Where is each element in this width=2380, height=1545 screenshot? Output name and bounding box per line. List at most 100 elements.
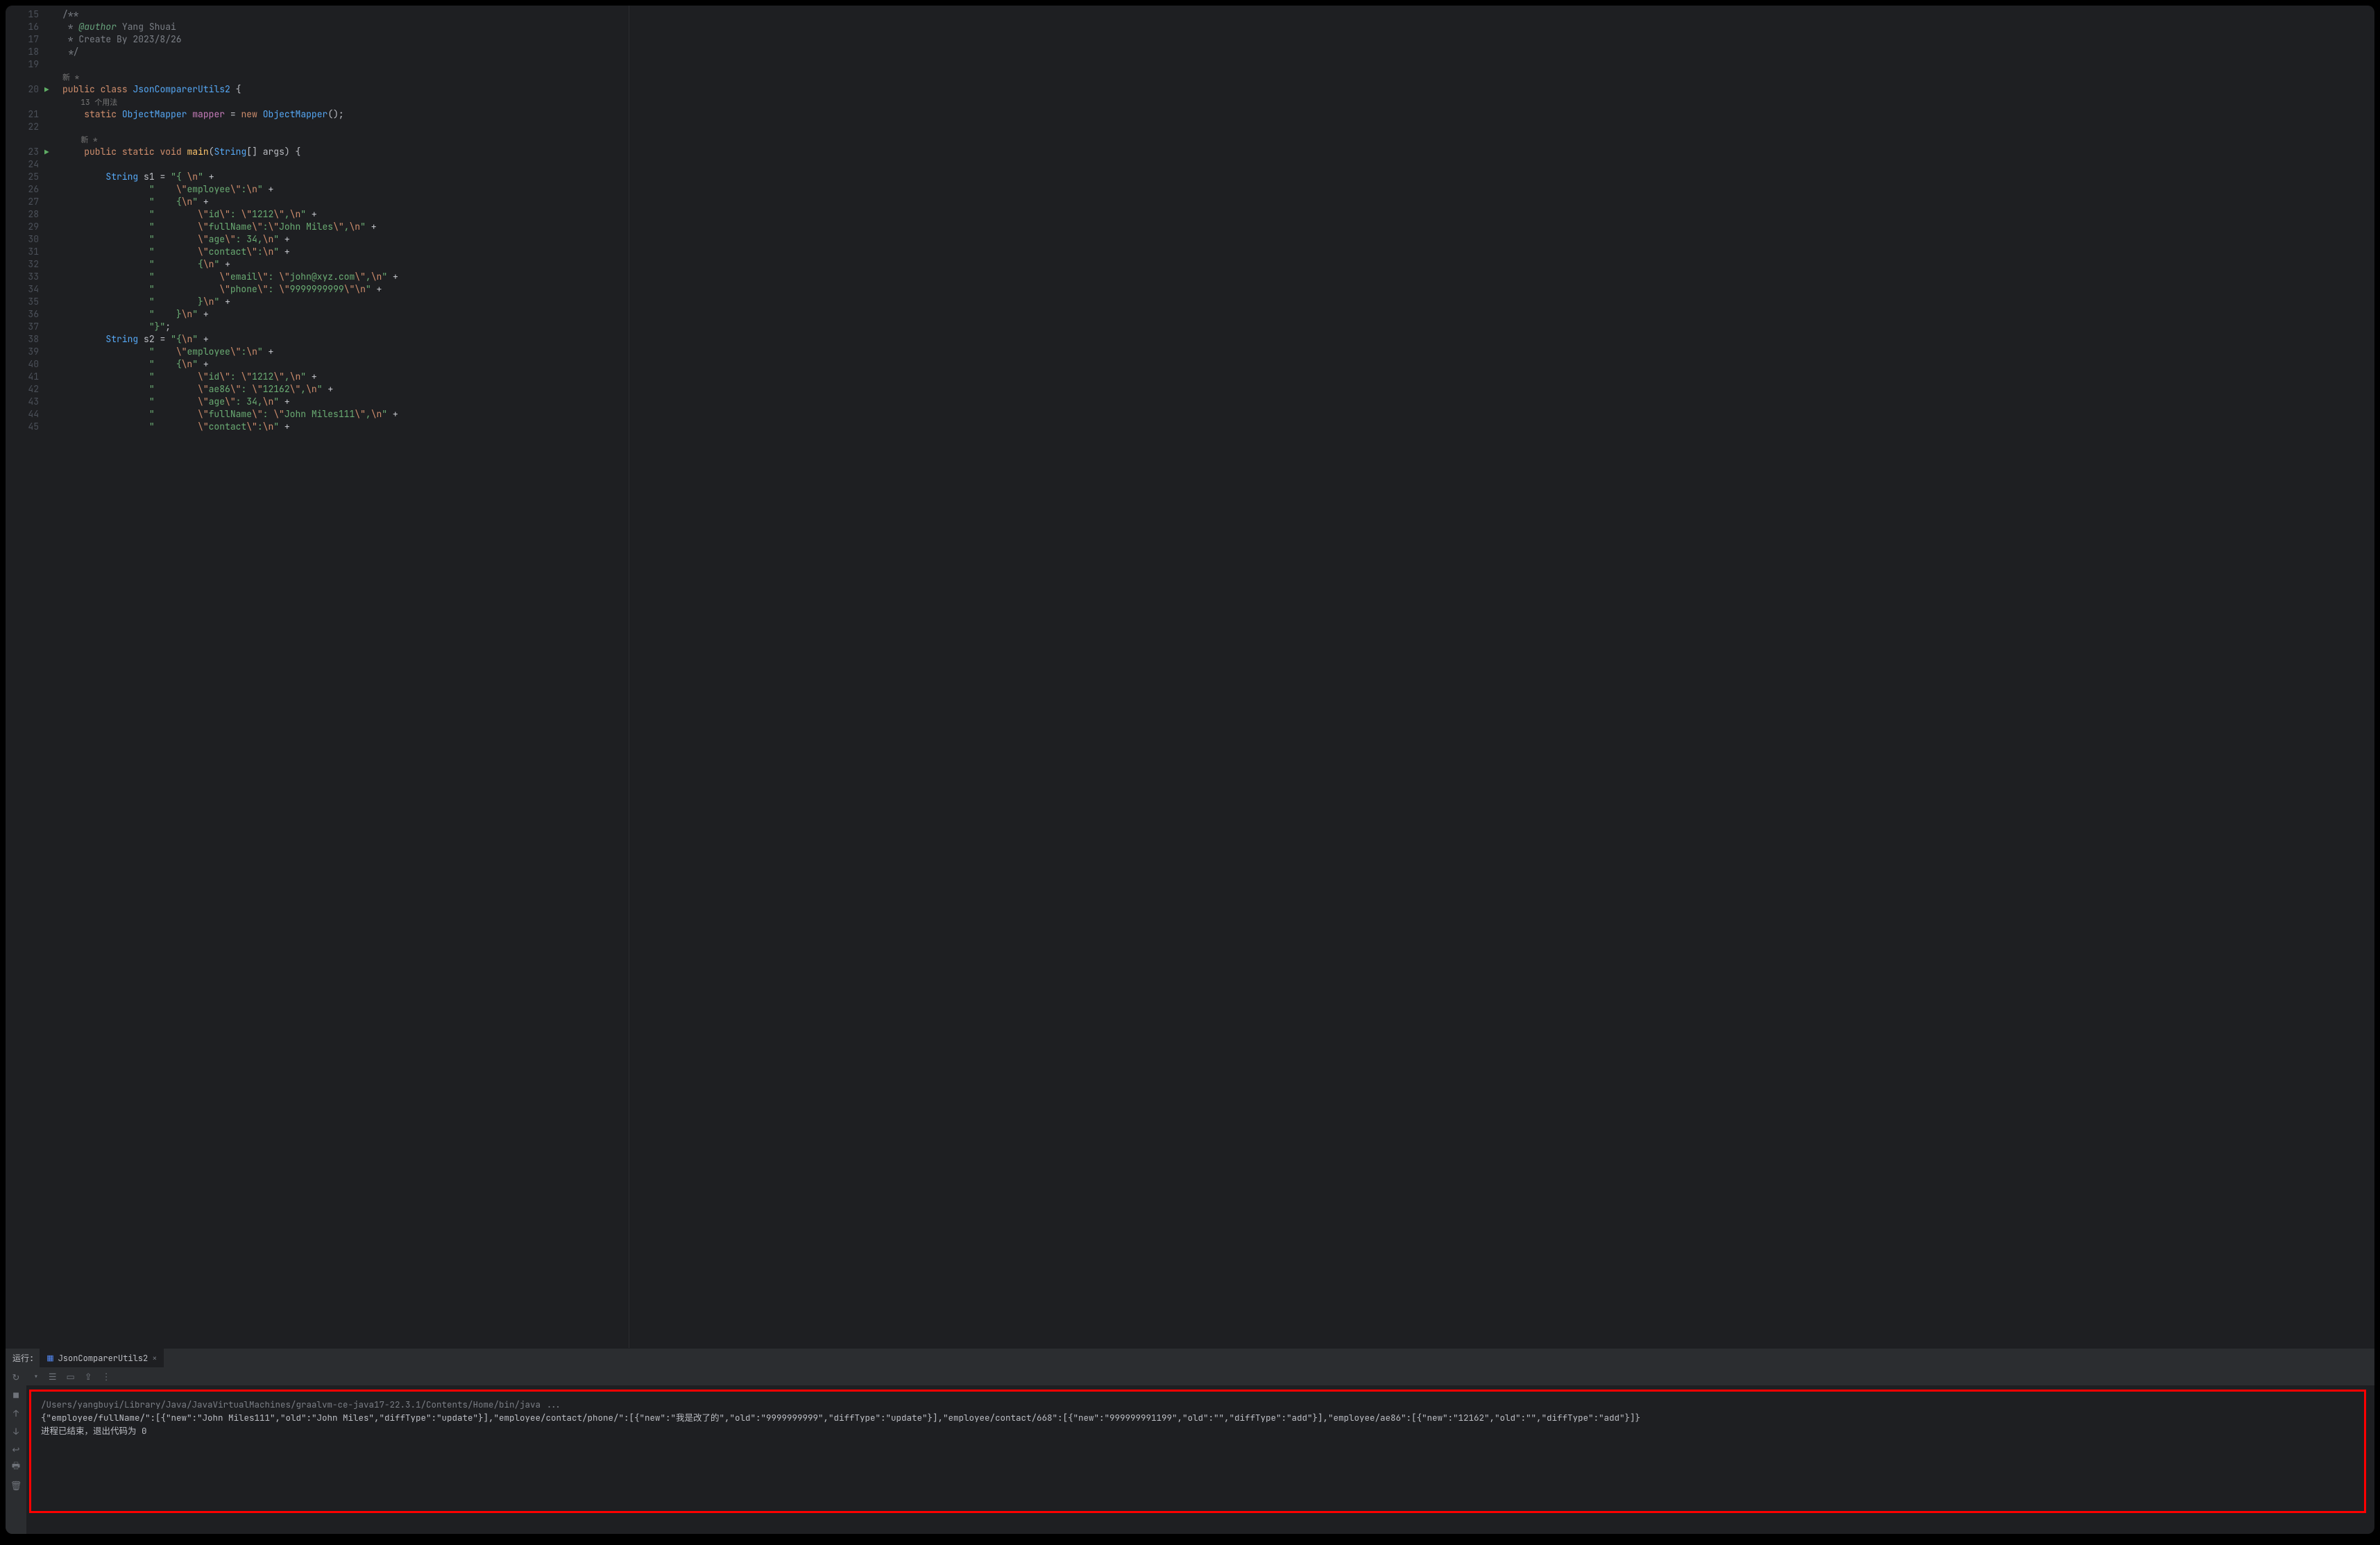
run-gutter-slot[interactable] xyxy=(43,133,57,146)
line-number[interactable]: 22 xyxy=(6,121,39,133)
code-line[interactable]: 新 * xyxy=(62,71,2365,83)
code-line[interactable]: " \"fullName\": \"John Miles111\",\n" + xyxy=(62,408,2365,421)
code-line[interactable]: " \"id\": \"1212\",\n" + xyxy=(62,208,2365,221)
run-gutter-slot[interactable] xyxy=(43,21,57,33)
down-icon[interactable]: ↓ xyxy=(13,1426,19,1437)
line-number[interactable]: 18 xyxy=(6,46,39,58)
line-number[interactable]: 34 xyxy=(6,283,39,296)
code-line[interactable]: " {\n" + xyxy=(62,196,2365,208)
code-line[interactable]: public class JsonComparerUtils2 { xyxy=(62,83,2365,96)
run-gutter-slot[interactable] xyxy=(43,171,57,183)
line-number[interactable]: 20 xyxy=(6,83,39,96)
code-line[interactable]: String s2 = "{\n" + xyxy=(62,333,2365,346)
run-gutter-slot[interactable] xyxy=(43,208,57,221)
run-gutter-slot[interactable] xyxy=(43,333,57,346)
line-number[interactable] xyxy=(6,96,39,108)
run-gutter-slot[interactable] xyxy=(43,371,57,383)
run-gutter-slot[interactable] xyxy=(43,283,57,296)
run-line-icon[interactable]: ▶ xyxy=(44,148,49,158)
run-gutter-slot[interactable] xyxy=(43,321,57,333)
run-gutter-slot[interactable] xyxy=(43,408,57,421)
code-line[interactable]: static ObjectMapper mapper = new ObjectM… xyxy=(62,108,2365,121)
run-gutter-slot[interactable] xyxy=(43,108,57,121)
run-gutter-slot[interactable] xyxy=(43,158,57,171)
run-tab-active[interactable]: ▦ JsonComparerUtils2 × xyxy=(40,1349,164,1367)
run-gutter-slot[interactable] xyxy=(43,271,57,283)
line-number[interactable]: 30 xyxy=(6,233,39,246)
code-line[interactable]: 新 * xyxy=(62,133,2365,146)
line-number[interactable]: 43 xyxy=(6,396,39,408)
run-gutter-slot[interactable] xyxy=(43,421,57,433)
run-gutter-slot[interactable] xyxy=(43,58,57,71)
code-line[interactable] xyxy=(62,158,2365,171)
run-gutter-slot[interactable]: ▶ xyxy=(43,83,57,96)
code-line[interactable]: " \"phone\": \"9999999999\"\n" + xyxy=(62,283,2365,296)
run-gutter-slot[interactable] xyxy=(43,358,57,371)
run-gutter-slot[interactable] xyxy=(43,308,57,321)
code-line[interactable]: " }\n" + xyxy=(62,308,2365,321)
run-gutter-slot[interactable] xyxy=(43,233,57,246)
rerun-icon[interactable]: ↻ xyxy=(12,1371,20,1383)
line-number[interactable] xyxy=(6,71,39,83)
line-number[interactable]: 40 xyxy=(6,358,39,371)
line-number[interactable]: 38 xyxy=(6,333,39,346)
vertical-scrollbar[interactable] xyxy=(2365,6,2374,1348)
line-number[interactable]: 19 xyxy=(6,58,39,71)
code-line[interactable]: 13 个用法 xyxy=(62,96,2365,108)
code-line[interactable]: public static void main(String[] args) { xyxy=(62,146,2365,158)
code-line[interactable]: String s1 = "{ \n" + xyxy=(62,171,2365,183)
run-gutter-slot[interactable] xyxy=(43,196,57,208)
line-number[interactable]: 16 xyxy=(6,21,39,33)
run-gutter-slot[interactable] xyxy=(43,96,57,108)
code-line[interactable]: " \"employee\":\n" + xyxy=(62,183,2365,196)
line-number[interactable]: 17 xyxy=(6,33,39,46)
run-gutter-slot[interactable] xyxy=(43,71,57,83)
code-line[interactable]: */ xyxy=(62,46,2365,58)
line-number[interactable]: 41 xyxy=(6,371,39,383)
line-number-gutter[interactable]: 1516171819202122232425262728293031323334… xyxy=(6,6,43,1348)
filter-icon[interactable]: ☰ xyxy=(49,1371,57,1383)
line-number[interactable]: 37 xyxy=(6,321,39,333)
line-number[interactable]: 28 xyxy=(6,208,39,221)
line-number[interactable]: 23 xyxy=(6,146,39,158)
line-number[interactable]: 26 xyxy=(6,183,39,196)
code-line[interactable]: " \"employee\":\n" + xyxy=(62,346,2365,358)
line-number[interactable]: 31 xyxy=(6,246,39,258)
run-gutter[interactable]: ▶▶ xyxy=(43,6,57,1348)
run-gutter-slot[interactable] xyxy=(43,33,57,46)
run-gutter-slot[interactable] xyxy=(43,383,57,396)
run-gutter-slot[interactable] xyxy=(43,8,57,21)
code-line[interactable]: " \"age\": 34,\n" + xyxy=(62,233,2365,246)
line-number[interactable]: 21 xyxy=(6,108,39,121)
run-gutter-slot[interactable] xyxy=(43,246,57,258)
code-line[interactable]: " \"contact\":\n" + xyxy=(62,246,2365,258)
line-number[interactable]: 39 xyxy=(6,346,39,358)
line-number[interactable]: 45 xyxy=(6,421,39,433)
code-line[interactable]: "}"; xyxy=(62,321,2365,333)
run-line-icon[interactable]: ▶ xyxy=(44,85,49,95)
up-icon[interactable]: ↑ xyxy=(13,1408,19,1419)
line-number[interactable]: 32 xyxy=(6,258,39,271)
code-line[interactable] xyxy=(62,58,2365,71)
export-icon[interactable]: ⇪ xyxy=(85,1371,92,1383)
code-line[interactable]: " \"contact\":\n" + xyxy=(62,421,2365,433)
code-editor[interactable]: /** * @author Yang Shuai * Create By 202… xyxy=(57,6,2365,1348)
code-line[interactable]: " \"id\": \"1212\",\n" + xyxy=(62,371,2365,383)
line-number[interactable]: 24 xyxy=(6,158,39,171)
code-line[interactable]: /** xyxy=(62,8,2365,21)
more-icon[interactable]: ⋮ xyxy=(102,1371,111,1383)
run-gutter-slot[interactable] xyxy=(43,258,57,271)
code-line[interactable]: " {\n" + xyxy=(62,258,2365,271)
line-number[interactable]: 44 xyxy=(6,408,39,421)
code-line[interactable]: * Create By 2023/8/26 xyxy=(62,33,2365,46)
line-number[interactable]: 29 xyxy=(6,221,39,233)
line-number[interactable] xyxy=(6,133,39,146)
line-number[interactable]: 42 xyxy=(6,383,39,396)
code-line[interactable]: " \"fullName\":\"John Miles\",\n" + xyxy=(62,221,2365,233)
run-gutter-slot[interactable] xyxy=(43,46,57,58)
run-gutter-slot[interactable] xyxy=(43,183,57,196)
close-icon[interactable]: × xyxy=(152,1353,157,1364)
code-line[interactable]: " {\n" + xyxy=(62,358,2365,371)
code-line[interactable]: " \"email\": \"john@xyz.com\",\n" + xyxy=(62,271,2365,283)
line-number[interactable]: 15 xyxy=(6,8,39,21)
